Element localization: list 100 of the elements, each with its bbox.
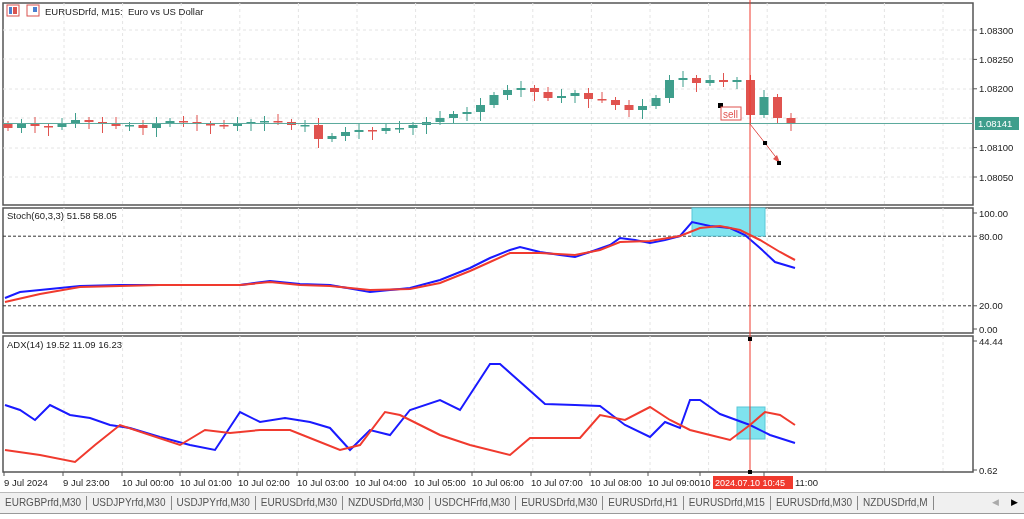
candle [665,74,674,104]
candle [611,96,620,111]
candle [462,106,472,122]
chart-tab[interactable]: NZDUSDrfd,M30 [343,496,430,510]
candle [773,93,782,124]
candle [246,118,256,132]
chart-tab[interactable]: EURUSDrfd,M30 [516,496,604,510]
axis-label: 1.08250 [979,53,1014,65]
axis-label: 10 Jul 01:00 [180,477,232,488]
candle [530,84,539,102]
candle [341,126,350,142]
axis-label: 100.00 [979,207,1009,219]
candle [287,118,296,131]
candle [260,115,269,132]
chart-tab[interactable]: EURUSDrfd,M30 [770,496,859,510]
candle [314,117,323,149]
chart-tab[interactable]: USDCHFrfd,M30 [429,496,517,510]
candle [503,84,512,101]
indicator-label: Stoch(60,3,3) 51.58 58.05 [7,210,117,221]
candle [786,112,796,132]
axis-label: 80.00 [979,230,1003,242]
candle [219,119,229,130]
axis-label: 1.08100 [979,142,1014,154]
candle [516,80,526,98]
candle [138,119,148,136]
chart-tab[interactable]: EURUSDrfd,H1 [603,496,684,510]
chart-tab[interactable]: EURUSDrfd,M15 [683,496,771,510]
candle [557,88,566,104]
chart-tab[interactable]: EURUSDrfd,M30 [255,496,343,510]
candle [273,113,283,126]
candle [449,110,458,124]
candle [543,86,553,102]
candle [408,121,418,136]
axis-label: 10 Jul 02:00 [238,477,290,488]
candle [435,110,445,126]
candle [111,116,121,130]
candle [732,76,742,90]
candle [597,91,607,104]
axis-label: 10 Jul 08:00 [590,477,642,488]
axis-label: 10 Jul 05:00 [414,477,466,488]
candle [3,120,13,132]
crosshair-handle [748,337,752,341]
axis-label: 0.62 [979,464,998,476]
axis-label: 20.00 [979,300,1003,312]
axis-label: 10 Jul 09:00 [648,477,700,488]
axis-label: 1.08300 [979,24,1014,36]
indicator-label: ADX(14) 19.52 11.09 16.23 [7,339,122,350]
candle [125,121,134,132]
window-title: EURUSDrfd, M15: Euro vs US Dollar [45,6,204,17]
candle [98,116,107,134]
candle [584,87,593,109]
axis-label: 10 Jul 07:00 [531,477,583,488]
chart-tab[interactable]: USDJPYrfd,M30 [171,496,256,510]
axis-label: 9 Jul 23:00 [63,477,110,488]
candle [57,117,67,131]
candle [705,74,715,87]
trade-marker: sell [718,103,742,121]
candle [489,91,499,109]
candle [152,116,161,138]
candle [395,120,404,134]
candle [179,115,188,128]
candle [327,132,337,143]
axis-label: 10 Jul 00:00 [122,477,174,488]
candle [570,89,580,104]
axis-label: 1.08200 [979,83,1014,95]
candle [30,116,40,134]
candle [165,117,175,128]
candle [354,122,364,140]
candle [206,120,215,135]
axis-label: 44.44 [979,335,1003,347]
chart-tab[interactable]: NZDUSDrfd,M [858,496,934,510]
candle [476,97,485,122]
axis-label: 9 Jul 2024 [4,477,48,488]
candle [192,114,202,132]
candle [719,72,728,88]
price-tag: 1.08141 [975,117,1019,130]
axis-label: 10 Jul 03:00 [297,477,349,488]
arrow-drawing [749,123,781,165]
crosshair-time-label: 2024.07.10 10:45 [713,476,793,489]
axis-label: 11:00 [795,477,819,488]
candle [678,70,688,88]
candle [17,118,26,134]
axis-label: 10 Jul 06:00 [472,477,524,488]
scroll-right-button[interactable]: ▶ [1005,496,1024,510]
axis-label: 10 [700,477,711,488]
candle [368,126,377,141]
axis-label: 0.00 [979,323,998,335]
candle [422,116,431,135]
candle [84,116,94,130]
candle [233,116,242,132]
candle [381,122,391,135]
chart-tab[interactable]: EURGBPrfd,M30 [0,496,88,510]
chart-tab[interactable]: USDJPYrfd,M30 [87,496,172,510]
axis-label: 10 Jul 04:00 [355,477,407,488]
candle [638,98,647,120]
candle [759,89,769,119]
candle [651,94,661,110]
crosshair-handle [748,470,752,474]
candle [624,99,634,118]
candle [692,74,701,93]
